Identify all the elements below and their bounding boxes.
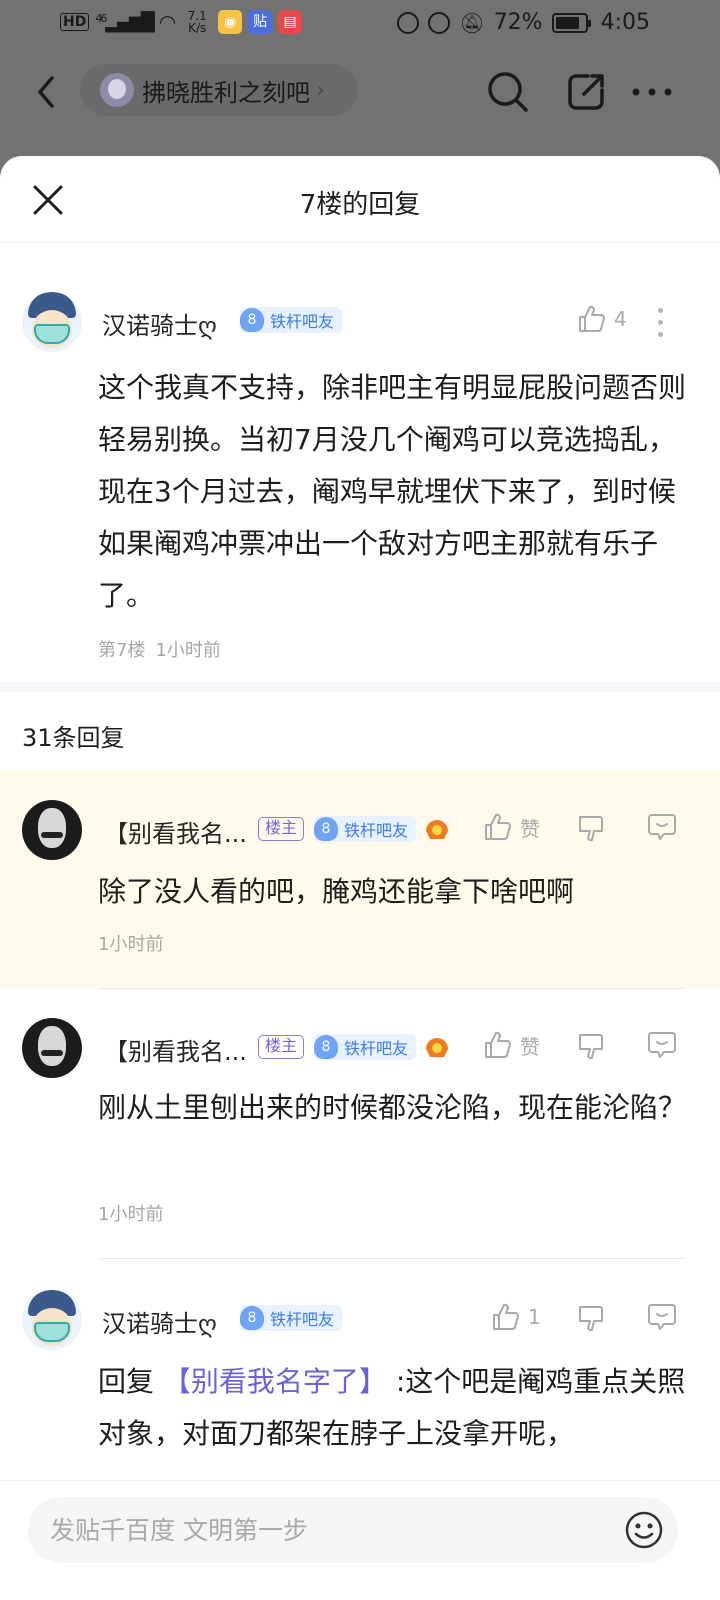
alarm-icon	[428, 11, 451, 34]
sheet-header: 7楼的回复	[0, 156, 720, 242]
hd-indicator: HD	[60, 13, 90, 31]
like-button[interactable]: 赞	[482, 812, 540, 842]
floor-number: 第7楼	[98, 640, 146, 661]
level-number: 8	[240, 308, 264, 332]
comment-icon[interactable]	[646, 1029, 678, 1061]
reply-content: 刚从土里刨出来的时候都没沦陷，现在能沦陷？	[98, 1091, 687, 1124]
comment-bar	[0, 1480, 720, 1600]
like-label: 赞	[520, 816, 540, 841]
level-badge: 8 铁杆吧友	[314, 1034, 417, 1060]
reply-content: 除了没人看的吧，腌鸡还能拿下啥吧啊	[98, 875, 575, 908]
reply-item[interactable]: 汉诺骑士ღ 8 铁杆吧友 1 回复 【别看我名字了】 :这个吧是阉鸡重点关照对象，…	[0, 1262, 720, 1502]
section-divider	[0, 682, 720, 692]
level-number: 8	[314, 1035, 338, 1059]
reply-prefix: 回复	[98, 1365, 163, 1398]
reply-divider	[98, 988, 684, 989]
search-icon[interactable]	[484, 68, 532, 116]
network-type: 46	[95, 11, 107, 25]
network-speed: 7.1 K/s	[182, 10, 212, 34]
reply-divider	[98, 1258, 684, 1259]
avatar[interactable]	[22, 800, 82, 860]
like-button[interactable]: 4	[576, 304, 627, 334]
share-icon[interactable]	[562, 68, 610, 116]
level-title: 铁杆吧友	[344, 821, 409, 840]
sheet-title: 7楼的回复	[299, 190, 421, 220]
thumbs-up-icon	[485, 813, 511, 840]
post-content: 这个我真不支持，除非吧主有明显屁股问题否则轻易别换。当初7月没几个阉鸡可以竞选捣…	[98, 371, 687, 612]
reply-item[interactable]: 【别看我名... 楼主 8 铁杆吧友 赞 除了没人看的吧，腌鸡还能拿下啥吧啊 1小…	[0, 770, 720, 988]
forum-name: 拂晓胜利之刻吧	[142, 78, 310, 107]
comment-input-box[interactable]	[28, 1497, 678, 1563]
reply-target-link[interactable]: 【别看我名字了】	[163, 1365, 387, 1398]
post-meta: 第7楼 1小时前	[98, 636, 221, 662]
more-icon[interactable]	[628, 68, 676, 116]
thumbs-down-icon[interactable]	[576, 1031, 606, 1061]
forum-avatar	[100, 73, 134, 107]
post-time: 1小时前	[155, 640, 221, 661]
thumbs-up-icon	[579, 305, 605, 332]
reply-username[interactable]: 【别看我名...	[104, 1032, 247, 1067]
like-button[interactable]: 赞	[482, 1030, 540, 1060]
battery-fill	[555, 16, 579, 29]
comment-input[interactable]	[50, 1497, 610, 1563]
data-saver-icon	[397, 11, 420, 34]
more-options-icon[interactable]	[658, 308, 664, 344]
thumbs-down-icon[interactable]	[576, 813, 606, 843]
post-username[interactable]: 汉诺骑士ღ	[102, 306, 217, 341]
owner-badge: 楼主	[258, 1035, 305, 1059]
network-indicator: 46▂▄▆█	[95, 11, 154, 33]
like-count: 4	[614, 307, 627, 331]
level-number: 8	[314, 817, 338, 841]
status-left: HD 46▂▄▆█ ◠ 7.1 K/s ◉ 贴 ▤	[60, 10, 303, 34]
tieba-icon: 贴	[248, 10, 273, 34]
book-icon: ▤	[278, 10, 303, 34]
avatar[interactable]	[22, 292, 82, 352]
wifi-icon: ◠	[158, 10, 177, 34]
reply-time: 1小时前	[98, 934, 164, 955]
forum-chip[interactable]: 拂晓胜利之刻吧 ›	[80, 64, 358, 116]
reply-content: 回复 【别看我名字了】 :这个吧是阉鸡重点关照对象，对面刀都架在脖子上没拿开呢，	[98, 1356, 688, 1460]
medal-icon	[426, 820, 448, 839]
like-button[interactable]: 1	[490, 1302, 541, 1332]
thumbs-up-icon	[485, 1031, 511, 1058]
level-number: 8	[240, 1306, 264, 1330]
mute-icon: 🔕︎	[459, 10, 485, 35]
clock: 4:05	[600, 10, 650, 35]
reply-username[interactable]: 汉诺骑士ღ	[102, 1304, 217, 1339]
level-badge: 8 铁杆吧友	[314, 816, 417, 842]
emoji-icon[interactable]	[624, 1510, 664, 1550]
like-count: 1	[528, 1305, 541, 1329]
level-badge: 8 铁杆吧友	[240, 1305, 343, 1331]
status-bar: HD 46▂▄▆█ ◠ 7.1 K/s ◉ 贴 ▤ 🔕︎ 72% 4:05	[0, 0, 720, 48]
reply-item[interactable]: 【别看我名... 楼主 8 铁杆吧友 赞 刚从土里刨出来的时候都没沦陷，现在能沦陷…	[0, 992, 720, 1260]
owner-badge: 楼主	[258, 817, 305, 841]
reply-username[interactable]: 【别看我名...	[104, 814, 247, 849]
reply-count: 31条回复	[22, 724, 125, 752]
chevron-right-icon: ›	[316, 77, 325, 103]
top-nav: 拂晓胜利之刻吧 ›	[0, 58, 720, 126]
like-label: 赞	[520, 1034, 540, 1059]
weibo-icon: ◉	[218, 10, 243, 34]
comment-icon[interactable]	[646, 1301, 678, 1333]
avatar[interactable]	[22, 1290, 82, 1350]
level-title: 铁杆吧友	[270, 312, 335, 331]
back-icon[interactable]	[28, 72, 68, 112]
reply-sheet: 7楼的回复 汉诺骑士ღ 8 铁杆吧友 4 这个我真不支持，除非吧主有明显屁股问题否…	[0, 156, 720, 1600]
thumbs-up-icon	[493, 1303, 519, 1330]
status-right: 🔕︎ 72% 4:05	[397, 10, 650, 35]
comment-icon[interactable]	[646, 811, 678, 843]
avatar[interactable]	[22, 1018, 82, 1078]
reply-time: 1小时前	[98, 1204, 164, 1225]
battery-icon	[551, 12, 591, 33]
thumbs-down-icon[interactable]	[576, 1303, 606, 1333]
level-title: 铁杆吧友	[344, 1039, 409, 1058]
speed-unit: K/s	[188, 21, 207, 35]
battery-percent: 72%	[493, 10, 543, 35]
level-title: 铁杆吧友	[270, 1310, 335, 1329]
level-badge: 8 铁杆吧友	[240, 307, 343, 333]
medal-icon	[426, 1038, 448, 1057]
